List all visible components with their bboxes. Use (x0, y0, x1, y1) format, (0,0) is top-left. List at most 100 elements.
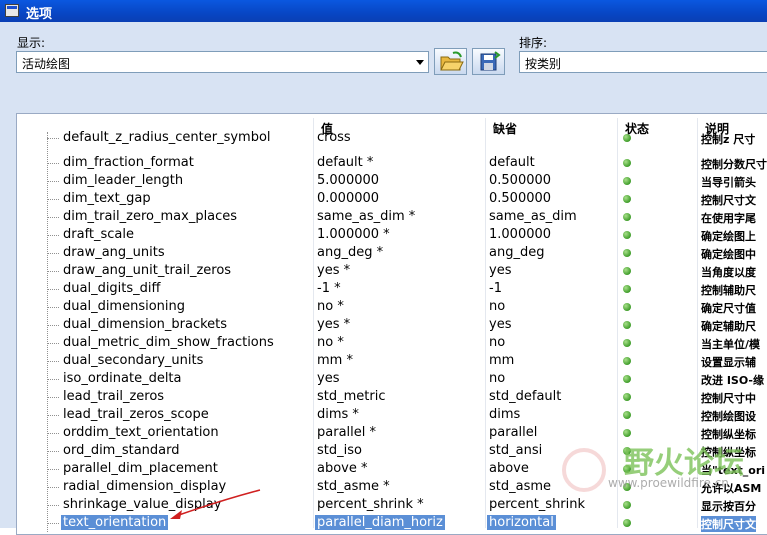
save-file-button[interactable] (472, 48, 505, 75)
option-default: parallel (489, 425, 538, 440)
status-ok-icon (623, 213, 631, 221)
tree-connector (47, 469, 59, 470)
table-row[interactable]: draw_ang_unit_trail_zeros yes * yes 当角度以度 (17, 262, 767, 280)
option-value: no * (317, 299, 344, 314)
tree-connector (47, 325, 59, 326)
option-default: std_default (489, 389, 562, 404)
open-file-button[interactable] (434, 48, 467, 75)
table-row[interactable]: text_orientation parallel_diam_horiz horiz… (17, 514, 767, 532)
option-description: 控制辅助尺 (701, 284, 756, 297)
option-name: ord_dim_standard (63, 443, 180, 458)
option-name: dual_secondary_units (63, 353, 204, 368)
table-row[interactable]: dual_secondary_units mm * mm 设置显示辅 (17, 352, 767, 370)
option-name: draw_ang_units (63, 245, 165, 260)
tree-connector (47, 138, 59, 139)
option-value: same_as_dim * (317, 209, 416, 224)
option-name: dim_fraction_format (63, 155, 194, 170)
window-icon (5, 4, 19, 17)
tree-connector (47, 505, 59, 506)
table-row[interactable]: dual_dimensioning no * no 确定尺寸值 (17, 298, 767, 316)
display-select-value: 活动绘图 (22, 57, 71, 71)
option-name: draw_ang_unit_trail_zeros (63, 263, 232, 278)
tree-connector (47, 379, 59, 380)
sort-label: 排序: (519, 36, 548, 50)
table-row[interactable]: dual_digits_diff -1 * -1 控制辅助尺 (17, 280, 767, 298)
option-name: lead_trail_zeros (63, 389, 165, 404)
watermark-logo-icon (562, 448, 606, 492)
option-description: 控制绘图设 (701, 410, 756, 423)
option-value: mm * (317, 353, 353, 368)
option-description: 控制尺寸文 (701, 516, 756, 532)
option-value: yes (317, 371, 340, 386)
table-row[interactable]: default_z_radius_center_symbol cross 控制z 尺… (17, 129, 767, 147)
display-select[interactable]: 活动绘图 (16, 51, 429, 73)
table-row[interactable]: dim_leader_length 5.000000 0.500000 当导引箭头 (17, 172, 767, 190)
display-label: 显示: (17, 36, 46, 50)
option-value: 0.000000 (317, 191, 380, 206)
table-row[interactable]: dim_trail_zero_max_places same_as_dim * sa… (17, 208, 767, 226)
option-default: default (489, 155, 535, 170)
option-name: iso_ordinate_delta (63, 371, 182, 386)
option-default: dims (489, 407, 521, 422)
option-default: no (489, 299, 506, 314)
option-value: percent_shrink * (317, 497, 424, 512)
table-row[interactable]: iso_ordinate_delta yes no 改进 ISO-缘 (17, 370, 767, 388)
table-row[interactable]: dual_dimension_brackets yes * yes 确定辅助尺 (17, 316, 767, 334)
option-name: dual_metric_dim_show_fractions (63, 335, 274, 350)
option-default: same_as_dim (489, 209, 577, 224)
table-row[interactable]: dim_fraction_format default * default 控制分数尺… (17, 154, 767, 172)
tree-connector (47, 415, 59, 416)
option-description: 确定尺寸值 (701, 302, 756, 315)
option-default: 0.500000 (489, 191, 552, 206)
status-ok-icon (623, 159, 631, 167)
sort-select[interactable]: 按类别 (519, 51, 767, 73)
status-ok-icon (623, 231, 631, 239)
tree-connector (47, 307, 59, 308)
option-description: 控制尺寸中 (701, 392, 756, 405)
sort-select-value: 按类别 (525, 57, 562, 71)
option-description: 控制分数尺寸 (701, 158, 767, 171)
table-row[interactable]: lead_trail_zeros std_metric std_default 控制尺… (17, 388, 767, 406)
status-ok-icon (623, 519, 631, 527)
tree-connector (47, 433, 59, 434)
option-default: no (489, 371, 506, 386)
tree-connector (47, 289, 59, 290)
option-value: parallel * (317, 425, 376, 440)
tree-connector (47, 487, 59, 488)
window-title: 选项 (26, 7, 53, 22)
option-name: orddim_text_orientation (63, 425, 219, 440)
option-default: mm (489, 353, 515, 368)
option-value: 1.000000 * (317, 227, 390, 242)
tree-connector (47, 217, 59, 218)
option-default: std_asme (489, 479, 552, 494)
option-description: 确定绘图上 (701, 230, 756, 243)
status-ok-icon (623, 501, 631, 509)
title-bar: 选项 (0, 0, 767, 22)
chevron-down-icon[interactable] (416, 60, 424, 65)
table-row[interactable]: dual_metric_dim_show_fractions no * no 当主单位… (17, 334, 767, 352)
tree-connector (47, 181, 59, 182)
table-row[interactable]: draw_ang_units ang_deg * ang_deg 确定绘图中 (17, 244, 767, 262)
option-name: dual_digits_diff (63, 281, 161, 296)
option-name: parallel_dim_placement (63, 461, 218, 476)
option-name: dim_trail_zero_max_places (63, 209, 238, 224)
tree-connector (47, 163, 59, 164)
status-ok-icon (623, 393, 631, 401)
watermark-url: www.proewildfire.cn (608, 476, 729, 490)
option-default: no (489, 335, 506, 350)
option-description: 确定辅助尺 (701, 320, 756, 333)
option-default: std_ansi (489, 443, 543, 458)
option-value: yes * (317, 263, 351, 278)
table-row[interactable]: lead_trail_zeros_scope dims * dims 控制绘图设 (17, 406, 767, 424)
table-row[interactable]: draft_scale 1.000000 * 1.000000 确定绘图上 (17, 226, 767, 244)
tree-connector (47, 235, 59, 236)
option-name: dual_dimensioning (63, 299, 186, 314)
option-name: dim_leader_length (63, 173, 184, 188)
option-description: 显示按百分 (701, 500, 756, 513)
tree-connector (47, 271, 59, 272)
option-description: 控制z 尺寸 (701, 133, 756, 146)
option-value: -1 * (317, 281, 341, 296)
option-default: above (489, 461, 529, 476)
table-row[interactable]: dim_text_gap 0.000000 0.500000 控制尺寸文 (17, 190, 767, 208)
watermark: 野火论坛 www.proewildfire.cn (556, 440, 766, 500)
